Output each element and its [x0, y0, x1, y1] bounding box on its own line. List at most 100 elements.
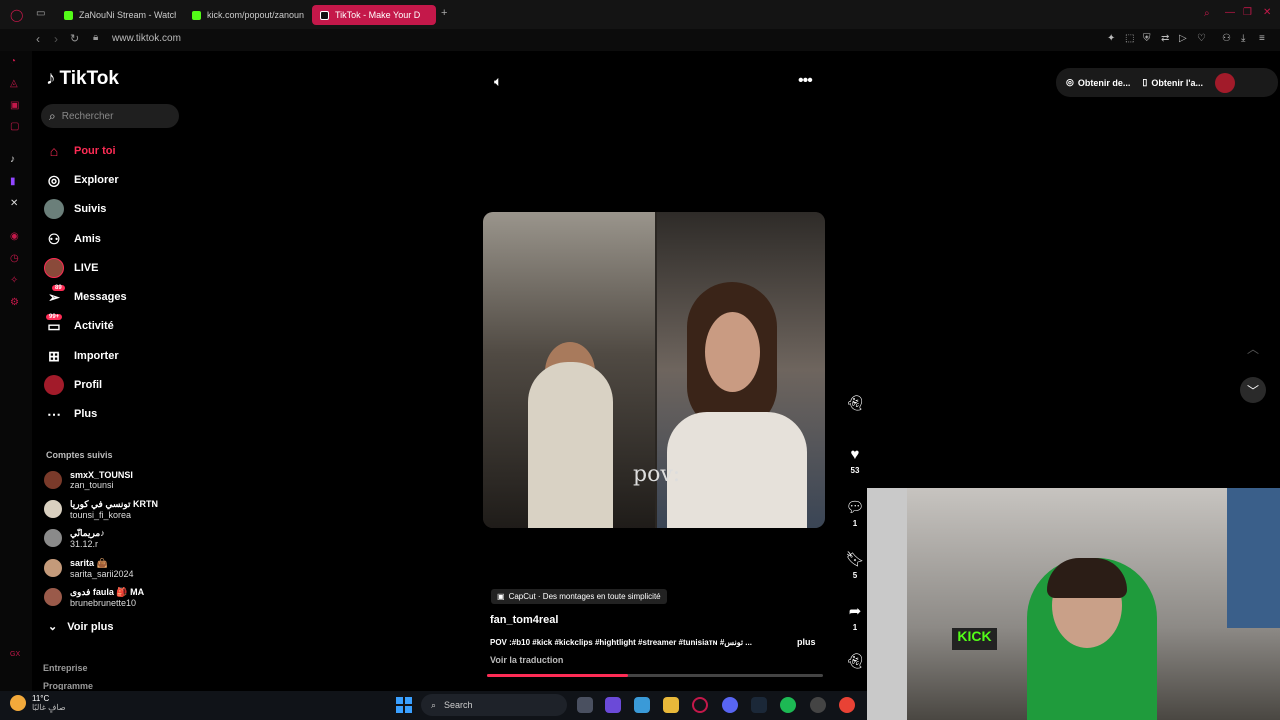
followed-account[interactable]: ف‍دوى faula 🎒 MA brunebrunette10	[44, 585, 144, 609]
new-tab-button[interactable]: +	[441, 7, 447, 19]
taskbar-search[interactable]: ⌕ Search	[421, 694, 567, 716]
get-app-button[interactable]: ▯ Obtenir l'a...	[1142, 77, 1203, 88]
nav-label: Plus	[74, 408, 98, 420]
widgets-icon[interactable]	[634, 697, 650, 713]
chevron-down-icon: ⌄	[48, 621, 58, 633]
video-description: POV :#b10 #kick #kickclips #hightlight #…	[490, 638, 752, 647]
tiktok-logo[interactable]: ♪ TikTok	[46, 68, 119, 90]
share-button[interactable]: ➦ 1	[843, 602, 867, 632]
webcam-overlay: KICK	[867, 488, 1280, 720]
description-more-button[interactable]: plus	[797, 637, 816, 647]
minimize-icon[interactable]: —	[1225, 7, 1235, 18]
chrome-icon[interactable]	[839, 697, 855, 713]
search-placeholder: Rechercher	[61, 110, 114, 122]
comment-button[interactable]: 💬︎ 1	[843, 498, 867, 528]
copilot-icon[interactable]	[605, 697, 621, 713]
tiktok-side-icon[interactable]: ♪	[10, 154, 15, 165]
menu-icon[interactable]: ≡	[1259, 33, 1265, 44]
video-player[interactable]: pov:	[483, 212, 825, 528]
followed-account[interactable]: sarita 👜 sarita_sarii2024	[44, 556, 134, 580]
nav-activity[interactable]: ▭ 99+ Activité	[44, 313, 114, 338]
snapshot-icon[interactable]: ⬚	[1125, 33, 1134, 44]
nav-live[interactable]: LIVE	[44, 256, 98, 280]
translate-link[interactable]: Voir la traduction	[490, 655, 563, 665]
x-icon[interactable]: ✕	[10, 198, 18, 209]
user-avatar[interactable]	[1214, 72, 1235, 93]
settings-icon[interactable]: ⚙	[10, 297, 19, 308]
opera-gx-icon[interactable]	[692, 697, 708, 713]
like-button[interactable]: ♥ 53	[843, 446, 867, 475]
close-icon[interactable]: ✕	[1263, 7, 1271, 18]
nav-for-you[interactable]: ⌂ Pour toi	[44, 139, 116, 163]
discord-icon[interactable]	[722, 697, 738, 713]
nav-label: Activité	[74, 320, 114, 332]
twitch-icon[interactable]: ▮	[10, 176, 16, 187]
play-icon[interactable]: ▷	[1179, 33, 1187, 44]
search-tabs-icon[interactable]: ⌕	[1204, 8, 1210, 19]
chat-icon[interactable]: ▢	[10, 121, 19, 132]
pin-icon[interactable]: ✦	[1107, 33, 1115, 44]
search-input[interactable]: ⌕ Rechercher	[41, 104, 179, 128]
download-icon[interactable]: ⤓	[1241, 33, 1245, 44]
nav-friends[interactable]: ⚇ Amis	[44, 227, 101, 251]
back-icon[interactable]: ‹	[36, 32, 40, 46]
maximize-icon[interactable]: ❐	[1243, 7, 1252, 18]
volume-icon[interactable]: 🔈︎	[494, 73, 502, 90]
url-field[interactable]: www.tiktok.com	[112, 33, 181, 44]
more-options-icon[interactable]: •••	[798, 72, 813, 90]
opera-logo-icon[interactable]: ◯	[10, 8, 23, 22]
steam-icon[interactable]	[751, 697, 767, 713]
player-icon[interactable]: ◉	[10, 231, 19, 242]
next-video-button[interactable]: ﹀	[1240, 377, 1266, 403]
followed-account[interactable]: مريمانّي♪ 31.12.r	[44, 526, 105, 550]
extensions-icon[interactable]: ✧	[10, 275, 18, 286]
nav-messages[interactable]: ➢ 89 Messages	[44, 284, 127, 309]
task-view-icon[interactable]	[577, 697, 593, 713]
following-avatar-icon	[44, 199, 64, 219]
nav-upload[interactable]: ⊞ Importer	[44, 344, 119, 368]
windows-taskbar: 11°C صافٍ غالبًا ⌕ Search	[0, 691, 867, 720]
weather-widget[interactable]: 11°C صافٍ غالبًا	[10, 694, 66, 712]
capcut-tag[interactable]: ▣ CapCut · Des montages en toute simplic…	[491, 589, 667, 604]
reload-icon[interactable]: ↻	[70, 32, 79, 45]
spotify-icon[interactable]	[780, 697, 796, 713]
nav-explore[interactable]: ◎ Explorer	[44, 168, 119, 192]
nav-label: Amis	[74, 233, 101, 245]
tab-kick-popout[interactable]: kick.com/popout/zanoun	[184, 5, 306, 25]
save-button[interactable]: 🔖︎ 5	[843, 550, 867, 580]
nav-profile[interactable]: Profil	[44, 373, 102, 397]
followed-account[interactable]: تونسي في كوريا KRTN tounsi_fi_korea	[44, 497, 158, 521]
gx-icon[interactable]: GX	[10, 651, 20, 658]
shield-icon[interactable]: ⛨	[1143, 33, 1151, 44]
file-explorer-icon[interactable]	[663, 697, 679, 713]
nav-more[interactable]: ⋯ Plus	[44, 402, 97, 426]
tab-zanouni-stream[interactable]: ZaNouNi Stream - Watch	[56, 5, 176, 25]
translate-icon[interactable]: ⇄	[1161, 33, 1169, 44]
messenger-icon[interactable]: ▣	[10, 100, 19, 111]
history-icon[interactable]: ◷	[10, 253, 19, 264]
sound-button[interactable]: 👻︎	[843, 652, 867, 670]
windows-start-icon[interactable]	[396, 697, 412, 713]
followed-account[interactable]: smxX_TOUNSI zan_tounsi	[44, 468, 133, 492]
footer-link-business[interactable]: Entreprise	[43, 663, 88, 673]
video-progress-bar[interactable]	[487, 674, 823, 677]
get-coins-label: Obtenir de...	[1077, 77, 1131, 88]
account-icon[interactable]: ⚇	[1222, 33, 1231, 44]
tiktok-icon	[320, 10, 329, 20]
footer-link-program[interactable]: Programme	[43, 681, 93, 690]
tab-menu-icon[interactable]: ▭	[36, 8, 45, 19]
obs-icon[interactable]	[810, 697, 826, 713]
video-overlay-text: pov:	[633, 462, 681, 487]
forward-icon[interactable]: ›	[54, 32, 58, 46]
see-more-button[interactable]: ⌄ Voir plus	[48, 620, 113, 634]
tab-tiktok[interactable]: TikTok - Make Your D	[312, 5, 436, 25]
creator-avatar-button[interactable]: 👻︎	[843, 394, 867, 412]
heart-icon[interactable]: ♡	[1197, 33, 1206, 44]
previous-video-button[interactable]: ︿	[1240, 335, 1266, 361]
ai-icon[interactable]: ◔	[10, 56, 16, 67]
nav-following[interactable]: Suivis	[44, 197, 106, 221]
video-author[interactable]: fan_tom4real	[490, 614, 558, 626]
bag-icon[interactable]: ◬	[10, 78, 18, 89]
get-coins-button[interactable]: ◎ Obtenir de...	[1066, 77, 1130, 88]
nav-label: LIVE	[74, 262, 99, 274]
